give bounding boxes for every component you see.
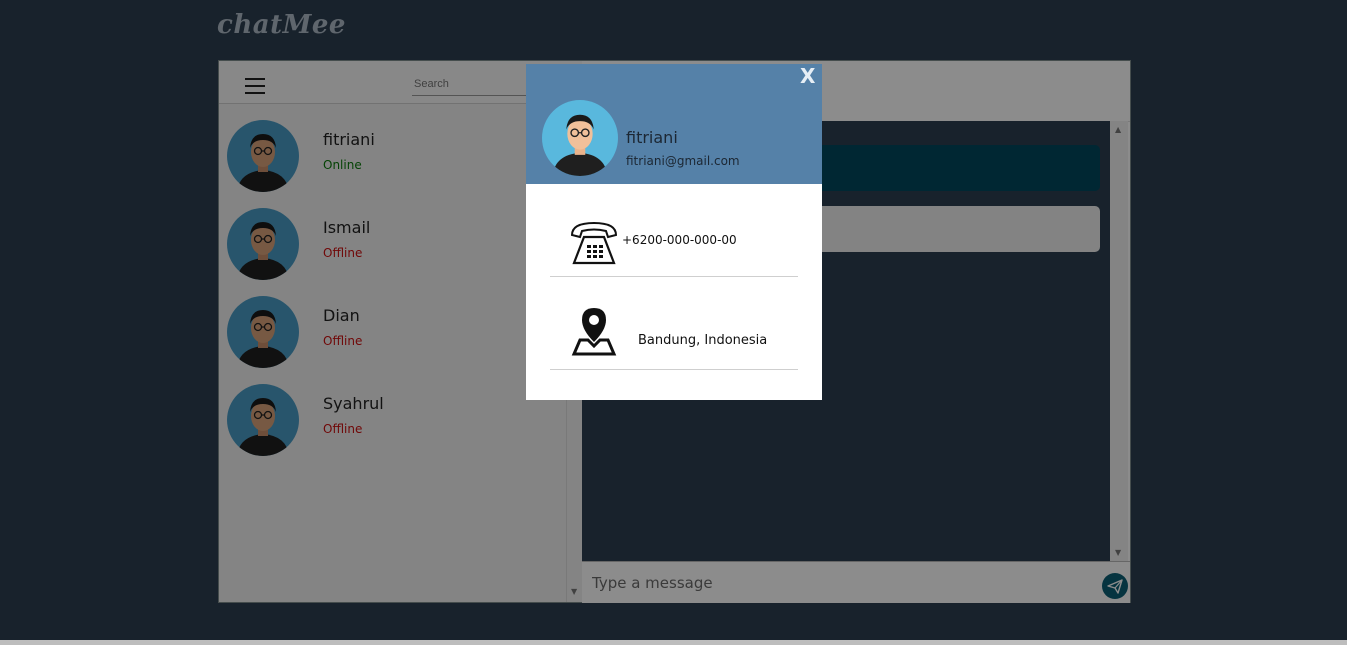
- telephone-icon: [570, 221, 618, 265]
- profile-header: X fitriani fitriani@gmail.com: [526, 64, 822, 184]
- profile-avatar: [542, 100, 618, 176]
- profile-name: fitriani: [626, 128, 678, 147]
- profile-phone: +6200-000-000-00: [622, 233, 737, 247]
- profile-location: Bandung, Indonesia: [638, 333, 768, 348]
- phone-row: +6200-000-000-00: [550, 214, 798, 277]
- location-row: Bandung, Indonesia: [550, 304, 798, 370]
- map-pin-icon: [571, 308, 617, 356]
- profile-email: fitriani@gmail.com: [626, 154, 740, 168]
- profile-modal: X fitriani fitriani@gmail.com +6200-000-…: [526, 64, 822, 400]
- bottom-scrollbar: [0, 640, 1347, 645]
- close-button[interactable]: X: [800, 64, 815, 88]
